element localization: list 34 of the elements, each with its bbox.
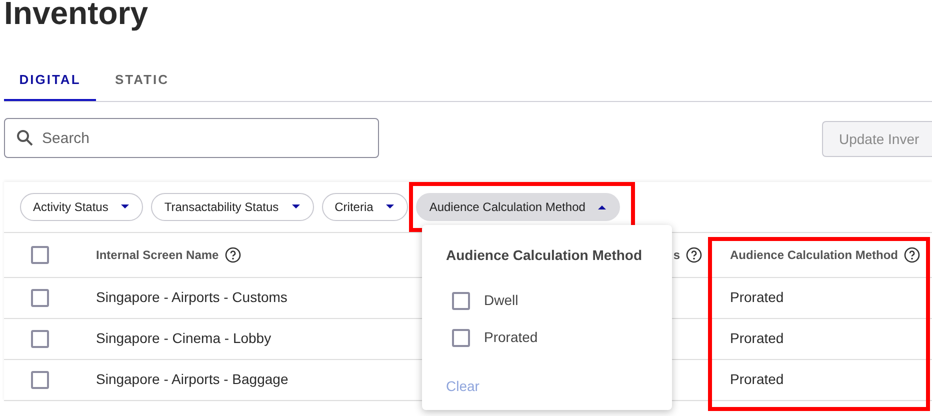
table-cell: Prorated bbox=[730, 289, 784, 305]
table-cell: Prorated bbox=[730, 330, 784, 346]
help-icon bbox=[904, 247, 920, 263]
page-title: Inventory bbox=[4, 0, 148, 33]
caret-down-icon bbox=[120, 204, 130, 210]
caret-down-icon bbox=[290, 204, 301, 210]
table-cell: Singapore - Airports - Customs bbox=[96, 289, 288, 305]
search-icon bbox=[16, 129, 33, 146]
help-icon bbox=[686, 247, 702, 263]
column-header: s bbox=[673, 247, 680, 264]
checkbox[interactable] bbox=[31, 371, 49, 389]
table-cell: Singapore - Airports - Baggage bbox=[96, 371, 288, 387]
filter-chip[interactable]: Transactability Status bbox=[151, 193, 314, 221]
checkbox[interactable] bbox=[452, 292, 470, 310]
search-field[interactable]: Search bbox=[4, 118, 379, 158]
filter-chip[interactable]: Criteria bbox=[322, 193, 408, 221]
tab[interactable]: DIGITAL bbox=[4, 60, 96, 101]
menu-title: Audience Calculation Method bbox=[446, 246, 644, 265]
column-header: Internal Screen Name bbox=[96, 247, 219, 264]
table-cell: Singapore - Cinema - Lobby bbox=[96, 330, 272, 346]
filter-chip[interactable]: Audience Calculation Method bbox=[416, 193, 620, 221]
checkbox[interactable] bbox=[31, 246, 49, 264]
tab[interactable]: STATIC bbox=[96, 60, 188, 101]
menu-option[interactable]: Dwell bbox=[452, 290, 648, 311]
filter-chip[interactable]: Activity Status bbox=[20, 193, 144, 221]
table-cell: Prorated bbox=[730, 371, 784, 387]
checkbox[interactable] bbox=[31, 330, 49, 348]
checkbox[interactable] bbox=[31, 289, 49, 307]
menu-option[interactable]: Prorated bbox=[452, 327, 648, 348]
help-icon bbox=[224, 247, 241, 263]
caret-down-icon bbox=[385, 204, 396, 210]
caret-up-icon bbox=[597, 204, 608, 210]
column-header: Audience Calculation Method bbox=[730, 247, 898, 264]
checkbox[interactable] bbox=[452, 328, 470, 346]
